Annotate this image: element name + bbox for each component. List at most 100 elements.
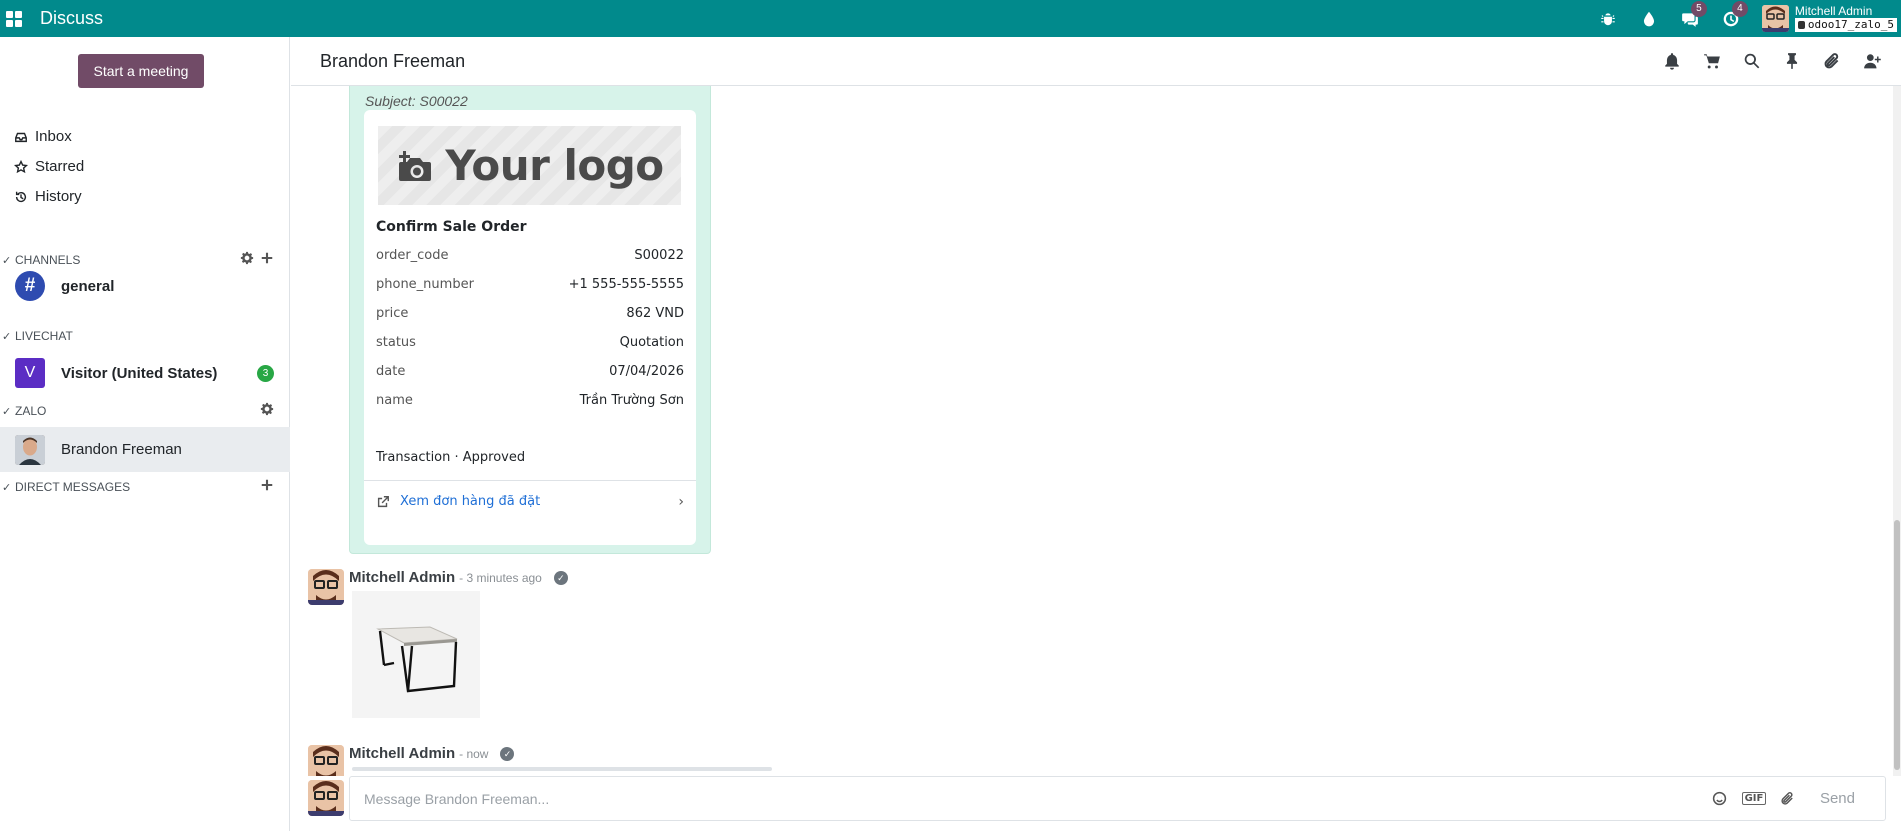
discuss-sidebar: Start a meeting Inbox Starred History ✓ … — [0, 37, 290, 831]
gif-label: GIF — [1741, 792, 1767, 805]
send-button[interactable]: Send — [1820, 790, 1855, 807]
message-timestamp: - now — [459, 746, 489, 761]
user-avatar — [1761, 5, 1789, 32]
app-title[interactable]: Discuss — [40, 8, 103, 29]
transaction-status: Transaction · Approved — [376, 450, 526, 465]
chevron-check-icon: ✓ — [2, 254, 12, 267]
chevron-right-icon: › — [678, 493, 684, 510]
author-avatar[interactable] — [308, 569, 344, 605]
contact-name: Brandon Freeman — [61, 441, 182, 458]
user-menu[interactable]: Mitchell Admin odoo17_zalo_5 — [1761, 5, 1901, 32]
database-label: odoo17_zalo_5 — [1807, 18, 1894, 31]
row-value: 07/04/2026 — [609, 364, 684, 379]
card-row-date: date 07/04/2026 — [376, 364, 684, 379]
channel-name: general — [61, 277, 115, 295]
bell-icon[interactable] — [1661, 50, 1683, 72]
plus-icon[interactable] — [260, 251, 274, 265]
row-value: +1 555-555-5555 — [568, 277, 684, 292]
card-row-status: status Quotation — [376, 335, 684, 350]
star-icon — [14, 159, 28, 173]
activity-badge: 4 — [1731, 0, 1748, 17]
attachment-loading-bar — [352, 767, 772, 771]
plus-icon[interactable] — [260, 478, 274, 492]
category-label: LIVECHAT — [15, 329, 73, 343]
composer-box: GIF Send — [349, 776, 1886, 821]
activity-clock-icon[interactable]: 4 — [1716, 0, 1748, 34]
message-list-scrollbar[interactable] — [1893, 86, 1901, 776]
thread-header: Brandon Freeman — [291, 37, 1901, 86]
sidebar-item-inbox[interactable]: Inbox — [14, 128, 72, 145]
inbox-icon — [15, 132, 27, 142]
gif-icon[interactable]: GIF — [1741, 789, 1767, 809]
gear-icon[interactable] — [260, 402, 274, 416]
paperclip-icon[interactable] — [1778, 789, 1798, 809]
message-author[interactable]: Mitchell Admin — [349, 569, 455, 586]
category-zalo[interactable]: ✓ ZALO — [0, 401, 290, 421]
row-value: 862 VND — [626, 306, 684, 321]
chat-messages-icon[interactable]: 5 — [1675, 0, 1707, 34]
sidebar-item-starred[interactable]: Starred — [14, 158, 84, 175]
row-value: S00022 — [634, 248, 684, 263]
history-icon — [15, 191, 27, 202]
view-order-link[interactable]: Xem đơn hàng đã đặt › — [364, 480, 696, 522]
debug-bug-icon[interactable] — [1593, 4, 1623, 34]
cart-icon[interactable] — [1701, 50, 1723, 72]
message-input[interactable] — [364, 777, 1464, 820]
scrollbar-thumb[interactable] — [1894, 520, 1900, 770]
category-livechat[interactable]: ✓ LIVECHAT — [0, 326, 290, 346]
message-timestamp: - 3 minutes ago — [459, 570, 542, 585]
zalo-item-brandon-freeman[interactable]: Brandon Freeman — [0, 427, 290, 472]
emoji-icon[interactable] — [1710, 789, 1730, 809]
gear-icon[interactable] — [240, 251, 254, 265]
product-image-attachment[interactable] — [352, 591, 480, 718]
chat-badge: 5 — [1690, 0, 1707, 17]
top-navbar: Discuss 5 4 Mitchell Admin odoo17_zalo_5 — [0, 0, 1901, 37]
check-circle-icon: ✓ — [500, 746, 515, 761]
message-composer: GIF Send — [291, 776, 1893, 831]
start-meeting-button[interactable]: Start a meeting — [78, 54, 204, 88]
view-order-link-label: Xem đơn hàng đã đặt — [400, 494, 541, 509]
message-subject: Subject: S00022 — [365, 93, 468, 109]
row-key: name — [376, 393, 413, 408]
navbar-systray: 5 4 Mitchell Admin odoo17_zalo_5 — [1582, 0, 1901, 37]
unread-counter-badge: 3 — [257, 364, 274, 382]
sidebar-item-history[interactable]: History — [14, 188, 82, 205]
database-icon — [1797, 21, 1805, 29]
camera-plus-icon — [399, 150, 432, 181]
card-row-order-code: order_code S00022 — [376, 248, 684, 263]
sidebar-item-label: Inbox — [35, 128, 72, 145]
contact-avatar — [15, 434, 45, 465]
livechat-name: Visitor (United States) — [61, 364, 218, 382]
channel-item-general[interactable]: # general — [0, 266, 290, 306]
sidebar-item-label: Starred — [35, 158, 85, 175]
apps-menu-icon[interactable] — [6, 10, 24, 27]
sidebar-item-label: History — [35, 188, 82, 205]
author-avatar[interactable] — [308, 745, 344, 776]
pin-icon[interactable] — [1781, 50, 1803, 72]
paperclip-icon[interactable] — [1821, 50, 1843, 72]
search-icon[interactable] — [1741, 50, 1763, 72]
composer-avatar — [308, 780, 344, 816]
row-key: date — [376, 364, 406, 379]
card-row-phone-number: phone_number +1 555-555-5555 — [376, 277, 684, 292]
row-value: Trần Trường Sơn — [579, 393, 684, 408]
category-direct-messages[interactable]: ✓ DIRECT MESSAGES — [0, 477, 290, 497]
visitor-avatar: V — [15, 358, 45, 388]
drop-icon[interactable] — [1634, 4, 1664, 34]
add-user-icon[interactable] — [1861, 50, 1883, 72]
message-author[interactable]: Mitchell Admin — [349, 745, 455, 762]
row-value: Quotation — [619, 335, 684, 350]
category-label: CHANNELS — [15, 253, 81, 267]
card-title: Confirm Sale Order — [376, 219, 527, 235]
category-label: ZALO — [15, 404, 47, 418]
table-image — [352, 591, 480, 718]
chevron-check-icon: ✓ — [2, 481, 12, 494]
channel-avatar: # — [15, 271, 45, 301]
category-label: DIRECT MESSAGES — [15, 480, 131, 494]
livechat-item-visitor[interactable]: V Visitor (United States) 3 — [0, 353, 290, 393]
thread-title[interactable]: Brandon Freeman — [320, 51, 465, 72]
external-link-icon — [377, 495, 389, 507]
sale-order-card: Your logo Confirm Sale Order order_code S… — [364, 110, 696, 545]
message-list: Subject: S00022 Your logo Confirm Sale O… — [291, 86, 1893, 776]
check-circle-icon: ✓ — [553, 570, 568, 585]
